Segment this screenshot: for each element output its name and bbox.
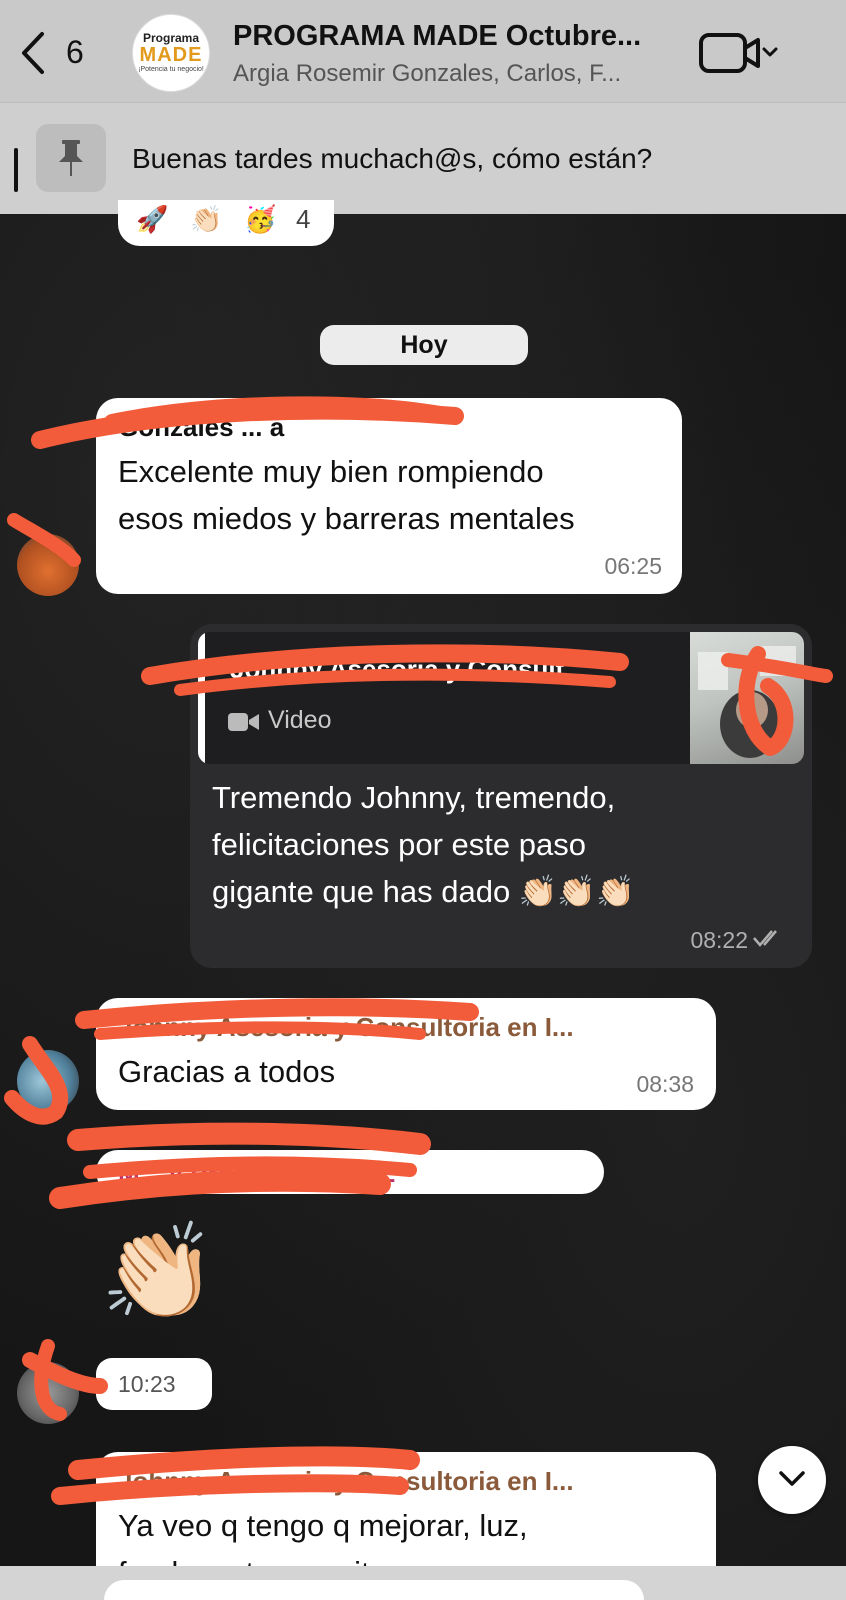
message-input[interactable] xyxy=(104,1580,644,1600)
message-sender: Gonzales ... a xyxy=(118,412,285,442)
emoji-message[interactable]: 👏🏻 xyxy=(100,1222,217,1322)
video-call-icon[interactable] xyxy=(698,30,788,76)
message-text: Tremendo Johnny, tremendo, felicitacione… xyxy=(212,774,792,915)
reaction-emoji: 👏🏻 xyxy=(190,204,223,234)
message-sender: Johnny Asesoria y Consultoria en I... xyxy=(118,1466,574,1496)
reaction-summary[interactable]: 🚀 👏🏻 🥳 4 xyxy=(118,200,334,246)
reaction-emoji: 🚀 xyxy=(136,204,169,234)
message-line: felicitaciones por este paso xyxy=(212,827,586,862)
group-members[interactable]: Argia Rosemir Gonzales, Carlos, F... xyxy=(233,60,673,88)
reaction-count: 4 xyxy=(296,204,311,234)
message-line: Excelente muy bien rompiendo xyxy=(118,454,544,489)
message-text: Excelente muy bien rompiendo esos miedos… xyxy=(118,448,678,542)
group-title[interactable]: PROGRAMA MADE Octubre... xyxy=(233,20,673,53)
quote-indicator xyxy=(198,632,205,764)
message-time: 08:22 xyxy=(690,927,748,953)
group-avatar[interactable]: Programa MADE ¡Potencia tu negocio! xyxy=(132,14,210,92)
message-sender: M... y Programa MADE xyxy=(118,1158,396,1188)
back-chevron-icon[interactable] xyxy=(18,30,48,76)
quoted-video-message[interactable]: Johnny Asesoria y Consult... Video xyxy=(198,632,804,764)
pinned-indicator xyxy=(14,148,18,192)
message-text: Gracias a todos xyxy=(118,1054,336,1089)
scroll-to-bottom-button[interactable] xyxy=(758,1446,826,1514)
chevron-down-icon xyxy=(779,1471,805,1486)
pinned-text: Buenas tardes muchach@s, cómo están? xyxy=(132,143,653,174)
logo-mid-text: MADE xyxy=(139,44,203,66)
message-line: Ya veo q tengo q mejorar, luz, xyxy=(118,1508,528,1543)
thumbnail-image xyxy=(698,646,796,758)
incoming-message[interactable]: Johnny Asesoria y Consultoria en I... Gr… xyxy=(96,998,716,1110)
message-line: esos miedos y barreras mentales xyxy=(118,501,575,536)
message-line: Tremendo Johnny, tremendo, xyxy=(212,780,616,815)
reaction-emoji: 🥳 xyxy=(244,204,277,234)
time-chip: 10:23 xyxy=(96,1358,212,1410)
chat-header: 6 Programa MADE ¡Potencia tu negocio! PR… xyxy=(0,0,846,102)
quote-type: Video xyxy=(268,706,332,734)
sender-avatar[interactable] xyxy=(17,534,79,596)
date-separator: Hoy xyxy=(320,325,528,365)
message-line: gigante que has dado 👏🏻👏🏻👏🏻 xyxy=(212,874,635,909)
message-sender: Johnny Asesoria y Consultoria en I... xyxy=(118,1012,574,1042)
sender-avatar[interactable] xyxy=(17,1362,79,1424)
message-time: 06:25 xyxy=(604,553,662,579)
message-time: 08:38 xyxy=(636,1071,694,1097)
incoming-message[interactable]: Gonzales ... a Excelente muy bien rompie… xyxy=(96,398,682,594)
message-time: 10:23 xyxy=(118,1371,176,1397)
sender-label-bubble[interactable]: M... y Programa MADE xyxy=(96,1150,604,1194)
unread-count[interactable]: 6 xyxy=(66,34,84,71)
video-thumbnail[interactable] xyxy=(690,632,804,764)
sender-avatar[interactable] xyxy=(17,1050,79,1112)
quote-sender: Johnny Asesoria y Consult... xyxy=(230,654,586,684)
video-camera-icon xyxy=(228,713,259,731)
pin-button[interactable] xyxy=(36,124,106,192)
pin-icon xyxy=(59,140,83,176)
read-receipt-icon xyxy=(753,930,777,947)
logo-bottom-text: ¡Potencia tu negocio! xyxy=(138,66,204,73)
